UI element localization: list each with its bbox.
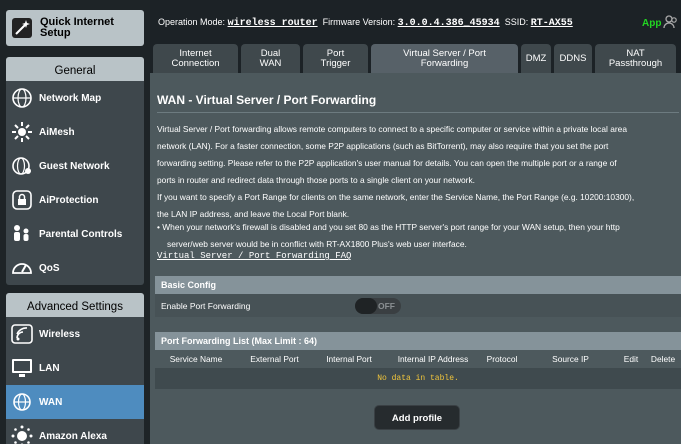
lock-shield-icon — [12, 190, 32, 210]
sidebar-item-aiprotection[interactable]: AiProtection — [6, 183, 144, 217]
monitor-icon — [12, 359, 32, 377]
page-title: WAN - Virtual Server / Port Forwarding — [157, 93, 377, 107]
quick-setup-label: Quick Internet Setup — [40, 16, 114, 39]
sidebar-item-label: Network Map — [39, 92, 102, 104]
col-edit: Edit — [623, 354, 639, 364]
sidebar-item-label: WAN — [39, 396, 63, 408]
general-group: General Network Map AiMesh Guest Network — [6, 57, 144, 285]
port-forwarding-list: Port Forwarding List (Max Limit : 64) Se… — [155, 332, 681, 389]
gauge-icon — [12, 263, 32, 274]
globe-icon — [12, 88, 32, 108]
basic-config-header: Basic Config — [155, 276, 681, 294]
description-line: network (LAN). For a faster connection, … — [157, 141, 609, 151]
sidebar-item-network-map[interactable]: Network Map — [6, 81, 144, 115]
title-divider — [157, 112, 679, 113]
sidebar: Quick Internet Setup General Network Map… — [0, 0, 150, 444]
basic-config-section: Basic Config Enable Port Forwarding OFF — [155, 276, 681, 317]
status-line: Operation Mode: wireless router Firmware… — [158, 17, 573, 29]
firmware-label: Firmware Version: — [322, 17, 396, 27]
tab-nat-passthrough[interactable]: NAT Passthrough — [595, 44, 676, 73]
sidebar-item-label: AiMesh — [39, 126, 75, 138]
col-internal-port: Internal Port — [326, 354, 372, 364]
sidebar-item-label: QoS — [39, 262, 60, 274]
sidebar-item-wireless[interactable]: Wireless — [6, 317, 144, 351]
list-header: Port Forwarding List (Max Limit : 64) — [155, 332, 681, 350]
wan-globe-icon — [13, 393, 31, 411]
note-bullet: • When your network's firewall is disabl… — [157, 219, 681, 253]
main-panel: WAN - Virtual Server / Port Forwarding V… — [150, 73, 681, 444]
toggle-knob — [355, 297, 377, 314]
ssid-link[interactable]: RT-AX55 — [531, 18, 573, 29]
tab-dmz[interactable]: DMZ — [521, 44, 551, 73]
guest-globe-icon — [12, 157, 31, 175]
sidebar-item-guest-network[interactable]: Guest Network — [6, 149, 144, 183]
wand-icon — [12, 18, 32, 38]
sidebar-item-amazon-alexa[interactable]: Amazon Alexa — [6, 419, 144, 444]
add-profile-button[interactable]: Add profile — [374, 405, 460, 430]
description-line: ports in router and redirect data throug… — [157, 175, 475, 185]
description-line: forwarding setting. Please refer to the … — [157, 158, 617, 168]
tab-bar: Internet Connection Dual WAN Port Trigge… — [150, 40, 681, 73]
operation-mode-label: Operation Mode: — [158, 17, 226, 27]
empty-table-message: No data in table. — [155, 368, 681, 389]
sidebar-item-label: Guest Network — [39, 160, 110, 172]
advanced-group: Advanced Settings Wireless LAN WAN Amazo… — [6, 293, 144, 444]
sidebar-item-wan[interactable]: WAN — [6, 385, 144, 419]
advanced-header: Advanced Settings — [6, 293, 144, 317]
top-bar: Operation Mode: wireless router Firmware… — [150, 0, 681, 40]
faq-link[interactable]: Virtual Server / Port Forwarding FAQ — [157, 251, 351, 261]
enable-port-forwarding-row: Enable Port Forwarding OFF — [155, 294, 681, 317]
enable-port-forwarding-label: Enable Port Forwarding — [161, 300, 251, 311]
description: Virtual Server / Port forwarding allows … — [157, 121, 681, 223]
app-link[interactable]: App — [642, 18, 661, 29]
tab-ddns[interactable]: DDNS — [554, 44, 592, 73]
note-line: • When your network's firewall is disabl… — [157, 222, 620, 232]
firmware-link[interactable]: 3.0.0.4.386_45934 — [398, 18, 500, 29]
sidebar-item-label: Parental Controls — [39, 228, 123, 240]
family-icon — [14, 225, 29, 241]
col-source-ip: Source IP — [552, 354, 589, 364]
tab-port-trigger[interactable]: Port Trigger — [303, 44, 368, 73]
col-service-name: Service Name — [169, 354, 223, 364]
sidebar-item-label: Amazon Alexa — [39, 430, 107, 442]
col-delete: Delete — [650, 354, 676, 364]
port-forwarding-toggle[interactable]: OFF — [355, 297, 401, 314]
sidebar-item-parental-controls[interactable]: Parental Controls — [6, 217, 144, 251]
general-header: General — [6, 57, 144, 81]
description-line: Virtual Server / Port forwarding allows … — [157, 124, 627, 134]
table-header-row: Service Name External Port Internal Port… — [155, 350, 681, 368]
tab-virtual-server[interactable]: Virtual Server / Port Forwarding — [371, 44, 518, 73]
alexa-icon — [11, 425, 33, 444]
quick-internet-setup-button[interactable]: Quick Internet Setup — [6, 10, 144, 46]
sidebar-item-qos[interactable]: QoS — [6, 251, 144, 285]
ssid-label: SSID: — [504, 17, 529, 27]
col-external-port: External Port — [250, 354, 299, 364]
toggle-state: OFF — [378, 300, 395, 311]
col-internal-ip: Internal IP Address — [397, 354, 469, 364]
tab-internet-connection[interactable]: Internet Connection — [153, 44, 238, 73]
wifi-icon — [11, 324, 33, 344]
users-icon[interactable] — [663, 14, 679, 30]
tab-dual-wan[interactable]: Dual WAN — [241, 44, 300, 73]
sidebar-item-label: LAN — [39, 362, 60, 374]
sidebar-item-lan[interactable]: LAN — [6, 351, 144, 385]
mesh-icon — [12, 122, 32, 142]
operation-mode-link[interactable]: wireless router — [228, 18, 318, 29]
sidebar-item-label: Wireless — [39, 328, 81, 340]
sidebar-item-aimesh[interactable]: AiMesh — [6, 115, 144, 149]
description-line: If you want to specify a Port Range for … — [157, 192, 635, 202]
sidebar-item-label: AiProtection — [39, 194, 99, 206]
col-protocol: Protocol — [486, 354, 518, 364]
